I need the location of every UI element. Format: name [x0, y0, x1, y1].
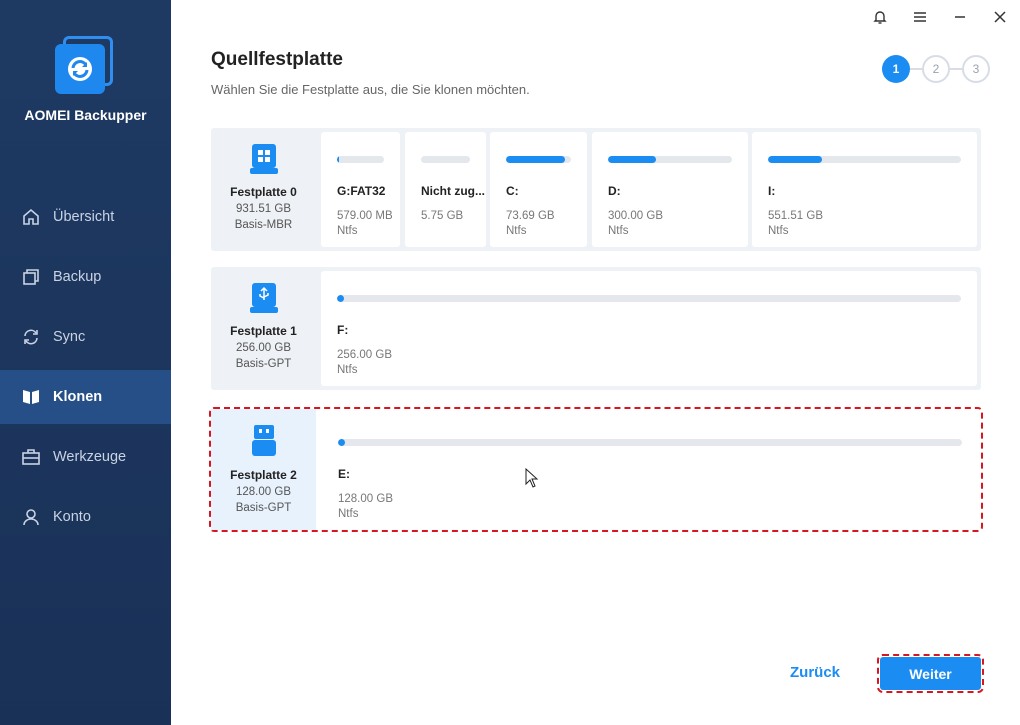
- user-icon: [21, 507, 41, 527]
- partition-label: G:FAT32: [337, 184, 386, 198]
- usage-bar: [768, 156, 961, 163]
- partition-fs: Ntfs: [337, 364, 358, 376]
- usb-drive-icon: [250, 425, 278, 462]
- next-button[interactable]: Weiter: [877, 654, 984, 693]
- disk-name: Festplatte 2: [230, 468, 297, 482]
- bell-icon[interactable]: [869, 6, 891, 28]
- page-title: Quellfestplatte: [211, 49, 343, 70]
- sidebar-item-label: Konto: [53, 509, 91, 525]
- disk-row-2[interactable]: Festplatte 2 128.00 GB Basis-GPT E: 128.…: [209, 407, 983, 532]
- sidebar-item-tools[interactable]: Werkzeuge: [0, 430, 171, 484]
- usage-bar: [421, 156, 470, 163]
- partition-d[interactable]: D: 300.00 GB Ntfs: [592, 132, 748, 247]
- partition-fs: Ntfs: [608, 225, 629, 237]
- partition-i[interactable]: I: 551.51 GB Ntfs: [752, 132, 977, 247]
- usage-bar: [338, 439, 962, 446]
- disk-info: Festplatte 0 931.51 GB Basis-MBR: [211, 128, 316, 251]
- partition-fs: Ntfs: [768, 225, 789, 237]
- usage-bar: [337, 295, 961, 302]
- partition-label: E:: [338, 467, 350, 481]
- usage-bar: [506, 156, 571, 163]
- disk-name: Festplatte 1: [230, 324, 297, 338]
- home-icon: [21, 207, 41, 227]
- sidebar-item-label: Sync: [53, 329, 86, 345]
- sidebar: AOMEI Backupper Übersicht Backup Sync Kl…: [0, 0, 171, 725]
- partition-size: 5.75 GB: [421, 210, 464, 222]
- sidebar-item-overview[interactable]: Übersicht: [0, 190, 171, 244]
- toolbox-icon: [21, 447, 41, 467]
- disk-type: Basis-MBR: [234, 219, 293, 231]
- partition-size: 128.00 GB: [338, 493, 393, 505]
- sidebar-item-label: Klonen: [53, 389, 103, 405]
- disk-size: 128.00 GB: [236, 486, 291, 498]
- sidebar-item-backup[interactable]: Backup: [0, 250, 171, 304]
- disk-type: Basis-GPT: [235, 358, 292, 370]
- partition-fs: Ntfs: [338, 508, 359, 520]
- partition-size: 300.00 GB: [608, 210, 663, 222]
- usage-bar-fill: [768, 156, 823, 163]
- sidebar-item-label: Backup: [53, 269, 102, 285]
- usb-disk-icon: [249, 283, 278, 318]
- disk-info: Festplatte 1 256.00 GB Basis-GPT: [211, 267, 316, 390]
- step-2: 2: [922, 55, 950, 83]
- usage-bar-fill: [337, 156, 340, 163]
- menu-icon[interactable]: [909, 6, 931, 28]
- usage-bar: [337, 156, 384, 163]
- mouse-cursor-icon: [525, 467, 539, 493]
- windows-disk-icon: [249, 144, 278, 179]
- app-name: AOMEI Backupper: [24, 107, 147, 123]
- app-logo-icon: [55, 36, 113, 94]
- partition-e[interactable]: E: 128.00 GB Ntfs: [322, 415, 978, 528]
- partition-size: 73.69 GB: [506, 210, 555, 222]
- partition-fs: Ntfs: [337, 225, 358, 237]
- minimize-icon[interactable]: [949, 6, 971, 28]
- sidebar-item-sync[interactable]: Sync: [0, 310, 171, 364]
- sidebar-item-account[interactable]: Konto: [0, 490, 171, 544]
- partition-fs: Ntfs: [506, 225, 527, 237]
- partition-unallocated[interactable]: Nicht zug... 5.75 GB: [405, 132, 486, 247]
- usage-bar-fill: [338, 439, 346, 446]
- usage-bar-fill: [608, 156, 657, 163]
- disk-size: 256.00 GB: [236, 342, 291, 354]
- partition-c[interactable]: C: 73.69 GB Ntfs: [490, 132, 587, 247]
- usage-bar-fill: [506, 156, 565, 163]
- backup-icon: [21, 267, 41, 287]
- usage-bar-fill: [337, 295, 345, 302]
- partition-label: F:: [337, 323, 349, 337]
- page-subtitle: Wählen Sie die Festplatte aus, die Sie k…: [211, 82, 530, 97]
- disk-row-1[interactable]: Festplatte 1 256.00 GB Basis-GPT F: 256.…: [211, 267, 981, 390]
- close-icon[interactable]: [989, 6, 1011, 28]
- partition-g[interactable]: G:FAT32 579.00 MB Ntfs: [321, 132, 400, 247]
- usage-bar: [608, 156, 732, 163]
- partition-size: 579.00 MB: [337, 210, 393, 222]
- sidebar-item-label: Werkzeuge: [53, 449, 127, 465]
- sidebar-item-label: Übersicht: [53, 209, 115, 225]
- disk-row-0[interactable]: Festplatte 0 931.51 GB Basis-MBR G:FAT32…: [211, 128, 981, 251]
- partition-label: D:: [608, 184, 621, 198]
- partition-size: 551.51 GB: [768, 210, 823, 222]
- disk-size: 931.51 GB: [236, 203, 291, 215]
- partition-label: Nicht zug...: [421, 184, 485, 198]
- sidebar-item-clone[interactable]: Klonen: [0, 370, 171, 424]
- clone-icon: [21, 387, 41, 407]
- disk-name: Festplatte 0: [230, 185, 297, 199]
- step-3: 3: [962, 55, 990, 83]
- partition-size: 256.00 GB: [337, 349, 392, 361]
- partition-f[interactable]: F: 256.00 GB Ntfs: [321, 271, 977, 386]
- sync-icon: [21, 327, 41, 347]
- disk-type: Basis-GPT: [235, 502, 292, 514]
- disk-info: Festplatte 2 128.00 GB Basis-GPT: [211, 409, 316, 530]
- step-1: 1: [882, 55, 910, 83]
- partition-label: I:: [768, 184, 776, 198]
- partition-label: C:: [506, 184, 519, 198]
- back-button[interactable]: Zurück: [790, 664, 840, 681]
